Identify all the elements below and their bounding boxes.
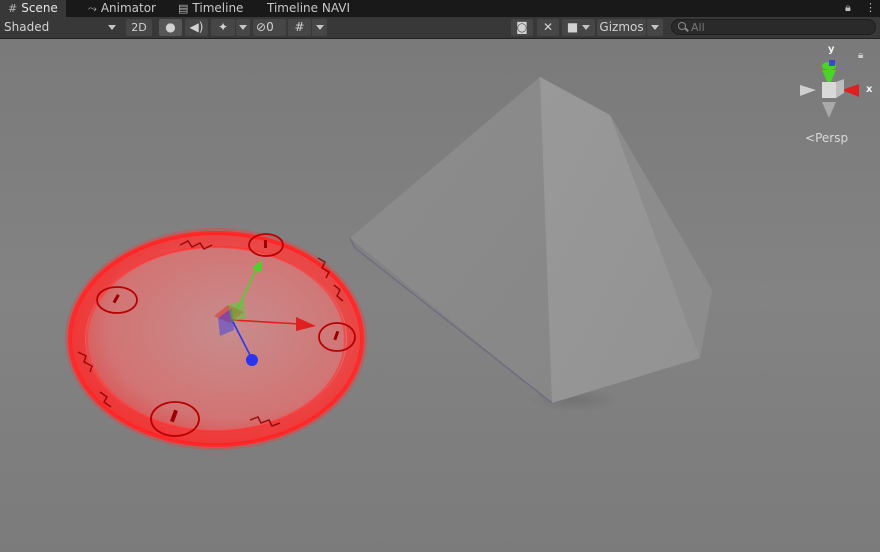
film-icon: ▤ [178, 2, 189, 15]
hidden-count: 0 [266, 20, 274, 34]
hidden-eye-icon: ⊘ [256, 20, 267, 34]
audio-toggle-button[interactable]: ◀︎) [185, 19, 208, 36]
camera-capture-button[interactable]: ◙ [511, 19, 533, 36]
tab-timeline-navi[interactable]: Timeline NAVI [259, 0, 358, 17]
shading-mode-dropdown[interactable]: Shaded [0, 19, 122, 36]
effects-icon: ✦ [217, 20, 229, 34]
chevron-down-icon [582, 25, 591, 30]
tab-timeline-navi-label: Timeline NAVI [267, 1, 351, 15]
search-placeholder: All [691, 21, 705, 34]
chevron-down-icon [315, 25, 324, 30]
lighting-toggle-button[interactable]: ● [159, 19, 182, 36]
gizmos-dropdown-button[interactable] [647, 19, 663, 36]
shading-mode-label: Shaded [4, 20, 50, 34]
gizmo-y-label: y [828, 44, 835, 55]
animator-icon: ⤳ [88, 2, 97, 15]
more-options-icon[interactable]: ⋮ [865, 1, 876, 14]
tab-scene[interactable]: # Scene [0, 0, 66, 17]
video-camera-icon: ■ [566, 20, 579, 34]
chevron-down-icon [651, 25, 659, 30]
tab-animator[interactable]: ⤳ Animator [80, 0, 164, 17]
lock-icon[interactable]: 🔒︎ [845, 1, 851, 15]
effects-toggle-button[interactable]: ✦ [211, 19, 235, 36]
search-icon [678, 22, 686, 30]
effects-dropdown-button[interactable] [236, 19, 250, 36]
2d-label: 2D [131, 21, 147, 34]
scene-viewport[interactable]: y x 🔒︎ <Persp [0, 39, 880, 552]
tab-scene-label: Scene [21, 1, 58, 15]
grid-toggle-button[interactable]: # [288, 19, 311, 36]
lightbulb-icon: ● [165, 20, 176, 34]
scene-toolbar: Shaded 2D ● ◀︎) ✦ ⊘0 # ◙ ✕ ■ Gizmos All [0, 17, 880, 39]
tab-animator-label: Animator [100, 1, 156, 15]
speaker-icon: ◀︎) [189, 20, 204, 34]
lock-icon[interactable]: 🔒︎ [858, 50, 863, 61]
tools-icon: ✕ [542, 20, 554, 34]
camera-icon: ◙ [516, 20, 528, 34]
gizmos-toggle-button[interactable]: Gizmos [597, 19, 646, 36]
grid-snap-icon: # [294, 20, 305, 34]
projection-label: Persp [815, 131, 849, 145]
grid-icon: # [8, 2, 18, 15]
tab-timeline-label: Timeline [192, 1, 244, 15]
magic-circle-object[interactable] [65, 228, 367, 450]
chevron-down-icon [108, 25, 116, 30]
2d-toggle-button[interactable]: 2D [126, 19, 152, 36]
scene-visibility-button[interactable]: ⊘0 [253, 19, 286, 36]
camera-settings-dropdown[interactable]: ■ [562, 19, 595, 36]
search-input[interactable]: All [671, 19, 876, 35]
projection-toggle[interactable]: <Persp [805, 131, 848, 145]
z-axis-arrow[interactable] [246, 354, 258, 366]
tools-button[interactable]: ✕ [537, 19, 559, 36]
gizmo-x-label: x [866, 84, 873, 95]
scene-render [0, 39, 880, 552]
gizmos-label: Gizmos [599, 20, 644, 34]
chevron-down-icon [239, 25, 247, 30]
tab-bar: # Scene ⤳ Animator ▤ Timeline Timeline NAVI… [0, 0, 880, 17]
grid-dropdown-button[interactable] [312, 19, 327, 36]
persp-chevron-icon: < [805, 131, 816, 145]
tab-timeline[interactable]: ▤ Timeline [170, 0, 251, 17]
